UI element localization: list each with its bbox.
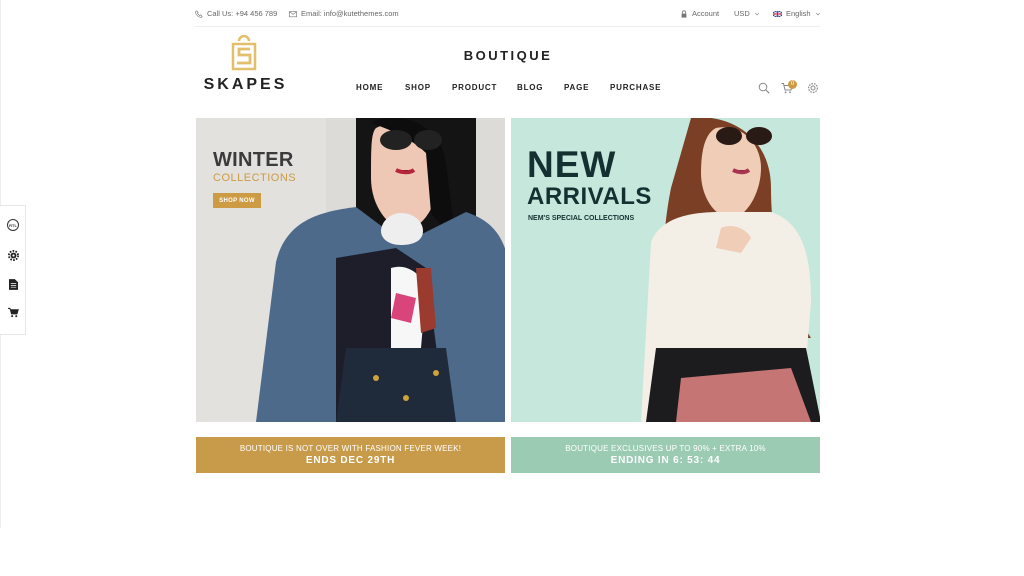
arrivals-title: ARRIVALS	[527, 183, 652, 210]
promo-right-line1: BOUTIQUE EXCLUSIVES UP TO 90% + EXTRA 10…	[565, 444, 766, 453]
account-label: Account	[692, 9, 720, 18]
chevron-down-icon	[815, 12, 820, 15]
chevron-down-icon	[754, 12, 759, 15]
nav-home[interactable]: HOME	[356, 83, 383, 92]
flag-icon	[773, 10, 782, 17]
document-tool[interactable]	[6, 277, 20, 291]
currency-value: USD	[734, 9, 750, 18]
winter-banner[interactable]: WINTER COLLECTIONS SHOP NOW	[196, 118, 505, 422]
nav-page[interactable]: PAGE	[564, 83, 589, 92]
cart-tool[interactable]	[6, 305, 20, 319]
gear-icon	[7, 249, 19, 261]
language-value: English	[786, 9, 811, 18]
promo-left-line1: BOUTIQUE IS NOT OVER WITH FASHION FEVER …	[239, 444, 462, 453]
store-title: BOUTIQUE	[463, 48, 553, 63]
lock-icon	[681, 9, 687, 18]
promo-right-line2: ENDING IN 6: 53: 44	[610, 455, 721, 466]
site-logo[interactable]: SKAPES	[203, 35, 288, 95]
nav-product[interactable]: PRODUCT	[452, 83, 497, 92]
shop-now-button[interactable]: SHOP NOW	[213, 193, 261, 208]
phone-contact[interactable]: Call Us: +94 456 789	[195, 9, 277, 18]
document-icon	[8, 278, 18, 290]
new-title: NEW	[527, 144, 617, 185]
winter-subtitle: COLLECTIONS	[213, 172, 297, 184]
email-text: Email: info@kutethemes.com	[301, 9, 399, 18]
logo-bag-icon	[231, 35, 257, 71]
winter-title: WINTER	[213, 149, 294, 171]
cart-icon	[7, 307, 19, 317]
new-arrivals-banner[interactable]: NEW ARRIVALS NEM'S SPECIAL COLLECTIONS	[511, 118, 820, 422]
nav-blog[interactable]: BLOG	[517, 83, 543, 92]
language-select[interactable]: English	[773, 9, 821, 18]
rtl-label: RTL	[7, 219, 19, 231]
arrivals-subtitle: NEM'S SPECIAL COLLECTIONS	[528, 215, 635, 222]
search-icon[interactable]	[758, 82, 770, 94]
rtl-toggle[interactable]: RTL	[6, 218, 20, 232]
cart-count-badge: 0	[788, 80, 797, 89]
email-contact[interactable]: Email: info@kutethemes.com	[289, 9, 399, 18]
gear-icon[interactable]	[807, 82, 819, 94]
promo-fashion-week[interactable]: BOUTIQUE IS NOT OVER WITH FASHION FEVER …	[196, 437, 505, 473]
account-link[interactable]: Account	[680, 9, 719, 18]
nav-purchase[interactable]: PURCHASE	[610, 83, 661, 92]
logo-wordmark: SKAPES	[203, 76, 288, 93]
phone-text: Call Us: +94 456 789	[207, 9, 278, 18]
nav-shop[interactable]: SHOP	[405, 83, 431, 92]
promo-left-line2: ENDS DEC 29TH	[305, 455, 396, 466]
currency-select[interactable]: USD	[734, 9, 760, 18]
promo-exclusives[interactable]: BOUTIQUE EXCLUSIVES UP TO 90% + EXTRA 10…	[511, 437, 820, 473]
settings-tool[interactable]	[6, 248, 20, 262]
floating-tool-sidebar: RTL	[0, 205, 26, 335]
phone-icon	[195, 9, 203, 18]
top-bar: Call Us: +94 456 789 Email: info@kutethe…	[195, 0, 820, 27]
email-icon	[289, 10, 297, 17]
